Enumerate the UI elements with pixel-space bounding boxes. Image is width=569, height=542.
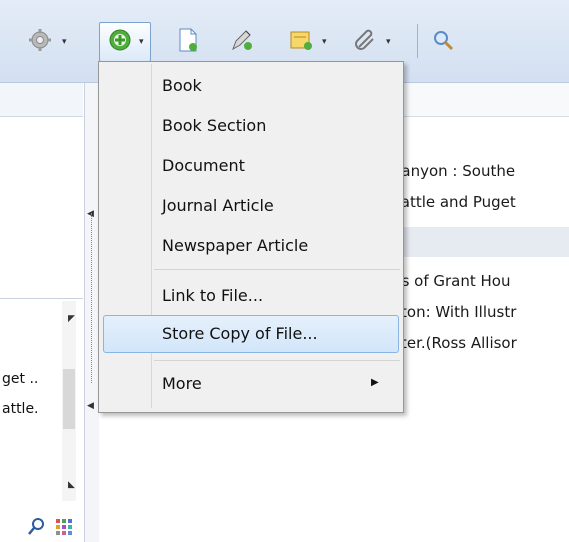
chevron-down-icon[interactable]: ▾: [62, 37, 67, 47]
menu-gutter: [151, 64, 152, 408]
menu-item-link-to-file[interactable]: Link to File...: [162, 286, 263, 305]
edit-button[interactable]: [229, 25, 255, 55]
new-standalone-button[interactable]: [176, 25, 200, 55]
advanced-search-button[interactable]: [431, 25, 455, 55]
scrollbar-thumb[interactable]: [63, 369, 75, 429]
collections-header: [0, 83, 83, 117]
menu-separator: [154, 269, 400, 270]
resize-arrow-icon: ◤: [68, 314, 75, 324]
attachment-button[interactable]: [353, 25, 379, 55]
gear-icon: [29, 29, 51, 51]
submenu-arrow-icon: ▶: [371, 377, 379, 388]
menu-separator: [154, 360, 400, 361]
chevron-down-icon[interactable]: ▾: [139, 37, 144, 47]
scrollbar[interactable]: [62, 301, 76, 501]
search-icon: [434, 31, 454, 51]
list-item[interactable]: attle.: [2, 401, 39, 417]
edit-pencil-icon: [232, 30, 252, 51]
menu-item-book[interactable]: Book: [162, 76, 202, 95]
menu-item-more[interactable]: More: [162, 374, 202, 393]
table-row[interactable]: l Canyon : Southe: [382, 162, 569, 180]
table-row[interactable]: unter.(Ross Allisor: [382, 334, 569, 352]
color-grid-icon: [56, 519, 72, 535]
attachment-clip-icon: [355, 29, 374, 50]
new-note-button[interactable]: [289, 25, 315, 55]
toolbar-separator: [417, 24, 418, 58]
menu-item-journal-article[interactable]: Journal Article: [162, 196, 274, 215]
new-document-icon: [179, 28, 197, 52]
table-row[interactable]: ngton: With Illustr: [382, 303, 569, 321]
menu-item-store-copy-of-file[interactable]: Store Copy of File...: [162, 324, 318, 343]
note-icon: [290, 31, 312, 50]
new-item-menu: Book Book Section Document Journal Artic…: [98, 61, 404, 413]
splitter-grip: [91, 213, 93, 383]
new-item-icon-wrap: [108, 25, 132, 55]
search-icon: [28, 518, 44, 535]
list-item[interactable]: get ..: [2, 371, 38, 387]
resize-arrow-icon: ◣: [68, 480, 75, 490]
settings-button[interactable]: [28, 25, 52, 55]
items-group-header: [399, 227, 569, 257]
table-row[interactable]: ries of Grant Hou: [382, 272, 569, 290]
menu-item-document[interactable]: Document: [162, 156, 245, 175]
collapse-left-arrow-icon[interactable]: ◀: [87, 401, 94, 411]
chevron-down-icon[interactable]: ▾: [386, 37, 391, 47]
table-row[interactable]: Seattle and Puget: [382, 193, 569, 211]
menu-item-newspaper-article[interactable]: Newspaper Article: [162, 236, 308, 255]
add-item-icon: [109, 29, 131, 51]
tag-color-button[interactable]: [56, 519, 72, 539]
tag-search-button[interactable]: [27, 516, 47, 540]
menu-item-book-section[interactable]: Book Section: [162, 116, 266, 135]
collections-pane: get .. attle. ◤ ◣: [0, 83, 83, 542]
chevron-down-icon[interactable]: ▾: [322, 37, 327, 47]
